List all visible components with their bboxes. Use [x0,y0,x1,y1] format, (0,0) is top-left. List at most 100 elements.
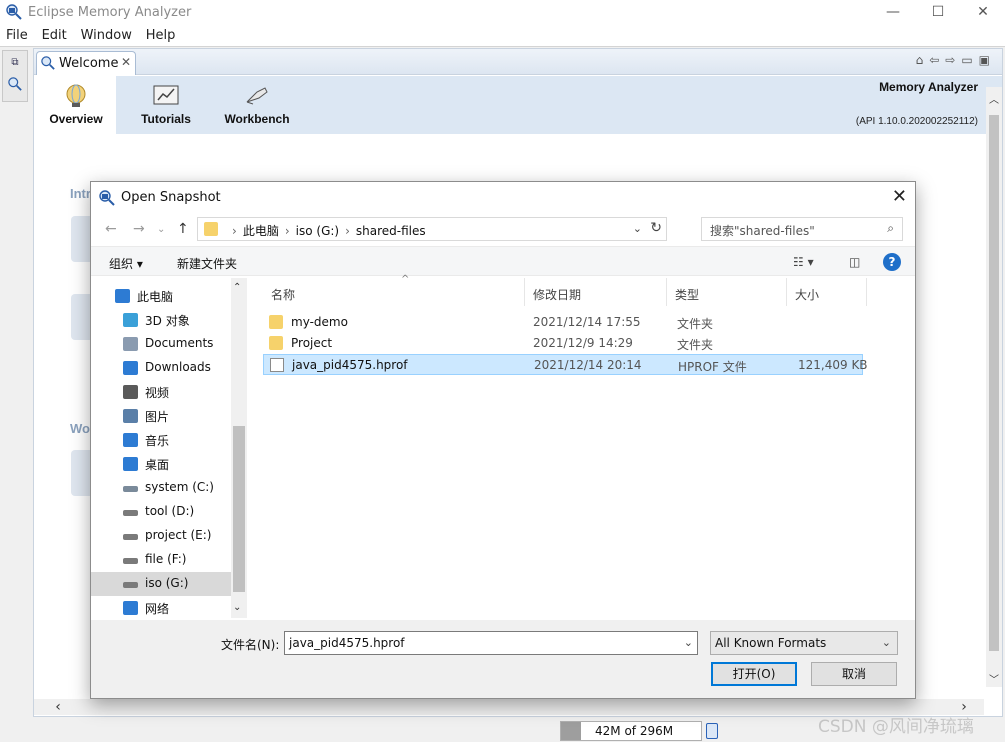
scroll-up-icon[interactable]: ︿ [987,91,1001,106]
welcome-nav-workbench[interactable]: Workbench [220,84,294,126]
menu-bar: File Edit Window Help [0,26,1005,46]
nav-item[interactable]: tool (D:) [91,500,231,524]
file-modified: 2021/12/14 17:55 [533,315,641,329]
memory-analyzer-icon [99,190,115,206]
watermark: CSDN @风间净琉璃 [818,717,974,737]
welcome-nav-label: Overview [49,112,103,126]
home-icon[interactable]: ⌂ [916,53,930,67]
breadcrumb: › 此电脑 › iso (G:) › shared-files [232,224,426,238]
scroll-thumb[interactable] [989,115,999,651]
memory-analyzer-icon [41,56,55,70]
nav-item[interactable]: 桌面 [91,452,231,476]
file-icon [270,358,284,372]
menu-help[interactable]: Help [146,26,176,46]
forward-arrow-icon[interactable]: → [133,221,145,237]
nav-item[interactable]: 图片 [91,404,231,428]
menu-file[interactable]: File [6,26,28,46]
menu-edit[interactable]: Edit [42,26,67,46]
scroll-left-icon[interactable]: ‹ [50,699,66,715]
file-type-value: All Known Formats [715,636,827,650]
up-arrow-icon[interactable]: ↑ [177,221,189,237]
file-name: my-demo [291,315,348,329]
maximize-button[interactable]: ☐ [923,2,953,22]
heap-status[interactable]: 42M of 296M [560,721,702,741]
file-name: java_pid4575.hprof [292,358,408,372]
status-bar: 42M of 296M [560,719,720,741]
column-header-size[interactable]: 大小 [787,278,867,306]
file-type-select[interactable]: All Known Formats ⌄ [710,631,898,655]
navigation-scrollbar[interactable]: ⌃ ⌄ [231,278,247,618]
nav-item[interactable]: 视频 [91,380,231,404]
heap-status-text: 42M of 296M [595,724,674,738]
back-icon[interactable]: ⇦ [929,53,945,67]
scroll-up-icon[interactable]: ⌃ [233,282,241,293]
heap-usage-fill [561,722,581,740]
scroll-thumb[interactable] [233,426,245,592]
forward-icon[interactable]: ⇨ [945,53,961,67]
view-options-icon[interactable]: ☷ ▾ [793,255,814,269]
organize-button[interactable]: 组织 ▾ [109,255,143,272]
file-size: 121,409 KB [798,358,868,372]
download-icon [123,361,138,375]
new-folder-button[interactable]: 新建文件夹 [177,255,237,272]
file-row[interactable]: Project 2021/12/9 14:29 文件夹 [263,333,863,354]
nav-item[interactable]: 3D 对象 [91,308,231,332]
nav-item[interactable]: Documents [91,332,231,356]
chevron-down-icon[interactable]: ⌄ [633,222,642,235]
refresh-icon[interactable]: ↻ [650,220,662,236]
minimize-button[interactable]: — [878,2,908,22]
api-version: (API 1.10.0.202002252112) [855,116,978,127]
help-icon[interactable]: ? [883,253,901,271]
restore-icon[interactable]: ⧉ [6,57,24,71]
filename-input[interactable]: java_pid4575.hprof ⌄ [284,631,698,655]
welcome-nav-overview[interactable]: Overview [48,84,104,126]
minimize-view-icon[interactable]: ▭ [961,53,978,67]
nav-item[interactable]: 此电脑 [91,284,231,308]
close-icon[interactable]: ✕ [892,186,907,207]
close-tab-icon[interactable]: ✕ [121,55,131,69]
search-input[interactable]: 搜索"shared-files" ⌕ [701,217,903,241]
heap-dump-view-icon[interactable] [6,77,24,91]
nav-item-label: iso (G:) [145,576,189,590]
back-arrow-icon[interactable]: ← [105,221,117,237]
breadcrumb-item[interactable]: 此电脑 [243,224,279,238]
window-title: Eclipse Memory Analyzer [28,5,192,20]
close-window-button[interactable]: ✕ [968,2,998,22]
nav-item-label: Documents [145,336,214,350]
welcome-nav-tutorials[interactable]: Tutorials [138,84,194,126]
scroll-down-icon[interactable]: ⌄ [233,602,241,613]
nav-item[interactable]: 音乐 [91,428,231,452]
open-button[interactable]: 打开(O) [711,662,797,686]
dialog-title: Open Snapshot [121,190,221,205]
nav-item[interactable]: file (F:) [91,548,231,572]
chevron-down-icon: ⌄ [881,636,891,649]
recent-chevron-icon[interactable]: ⌄ [157,224,165,235]
nav-item[interactable]: project (E:) [91,524,231,548]
preview-pane-icon[interactable]: ◫ [849,255,860,269]
cancel-button[interactable]: 取消 [811,662,897,686]
tab-welcome[interactable]: Welcome ✕ [36,51,136,75]
run-gc-icon[interactable] [706,723,718,739]
vertical-scrollbar[interactable]: ︿ ﹀ [986,87,1002,687]
nav-item[interactable]: 网络 [91,596,231,620]
file-row[interactable]: java_pid4575.hprof 2021/12/14 20:14 HPROF … [263,354,868,375]
nav-item[interactable]: system (C:) [91,476,231,500]
column-label: 大小 [795,288,820,302]
nav-item[interactable]: iso (G:) [91,572,231,596]
chevron-down-icon[interactable]: ⌄ [684,636,693,649]
nav-item[interactable]: Downloads [91,356,231,380]
breadcrumb-item[interactable]: iso (G:) [296,224,339,238]
navigation-pane: 此电脑 3D 对象 Documents Downloads 视频 图片 音乐 桌面 system… [91,278,247,618]
dialog-bottom-bar: 文件名(N): java_pid4575.hprof ⌄ All Known F… [91,620,915,698]
scroll-down-icon[interactable]: ﹀ [987,671,1001,686]
address-bar[interactable]: › 此电脑 › iso (G:) › shared-files ⌄ ↻ [197,217,667,241]
breadcrumb-item[interactable]: shared-files [356,224,426,238]
column-header-type[interactable]: 类型 [667,278,787,306]
menu-window[interactable]: Window [81,26,132,46]
column-header-modified[interactable]: 修改日期 [525,278,667,306]
tab-label: Welcome [59,56,119,71]
file-row[interactable]: my-demo 2021/12/14 17:55 文件夹 [263,312,863,333]
column-header-name[interactable]: 名称 ^ [263,274,525,306]
file-type: 文件夹 [677,338,714,352]
maximize-view-icon[interactable]: ▣ [979,53,996,67]
